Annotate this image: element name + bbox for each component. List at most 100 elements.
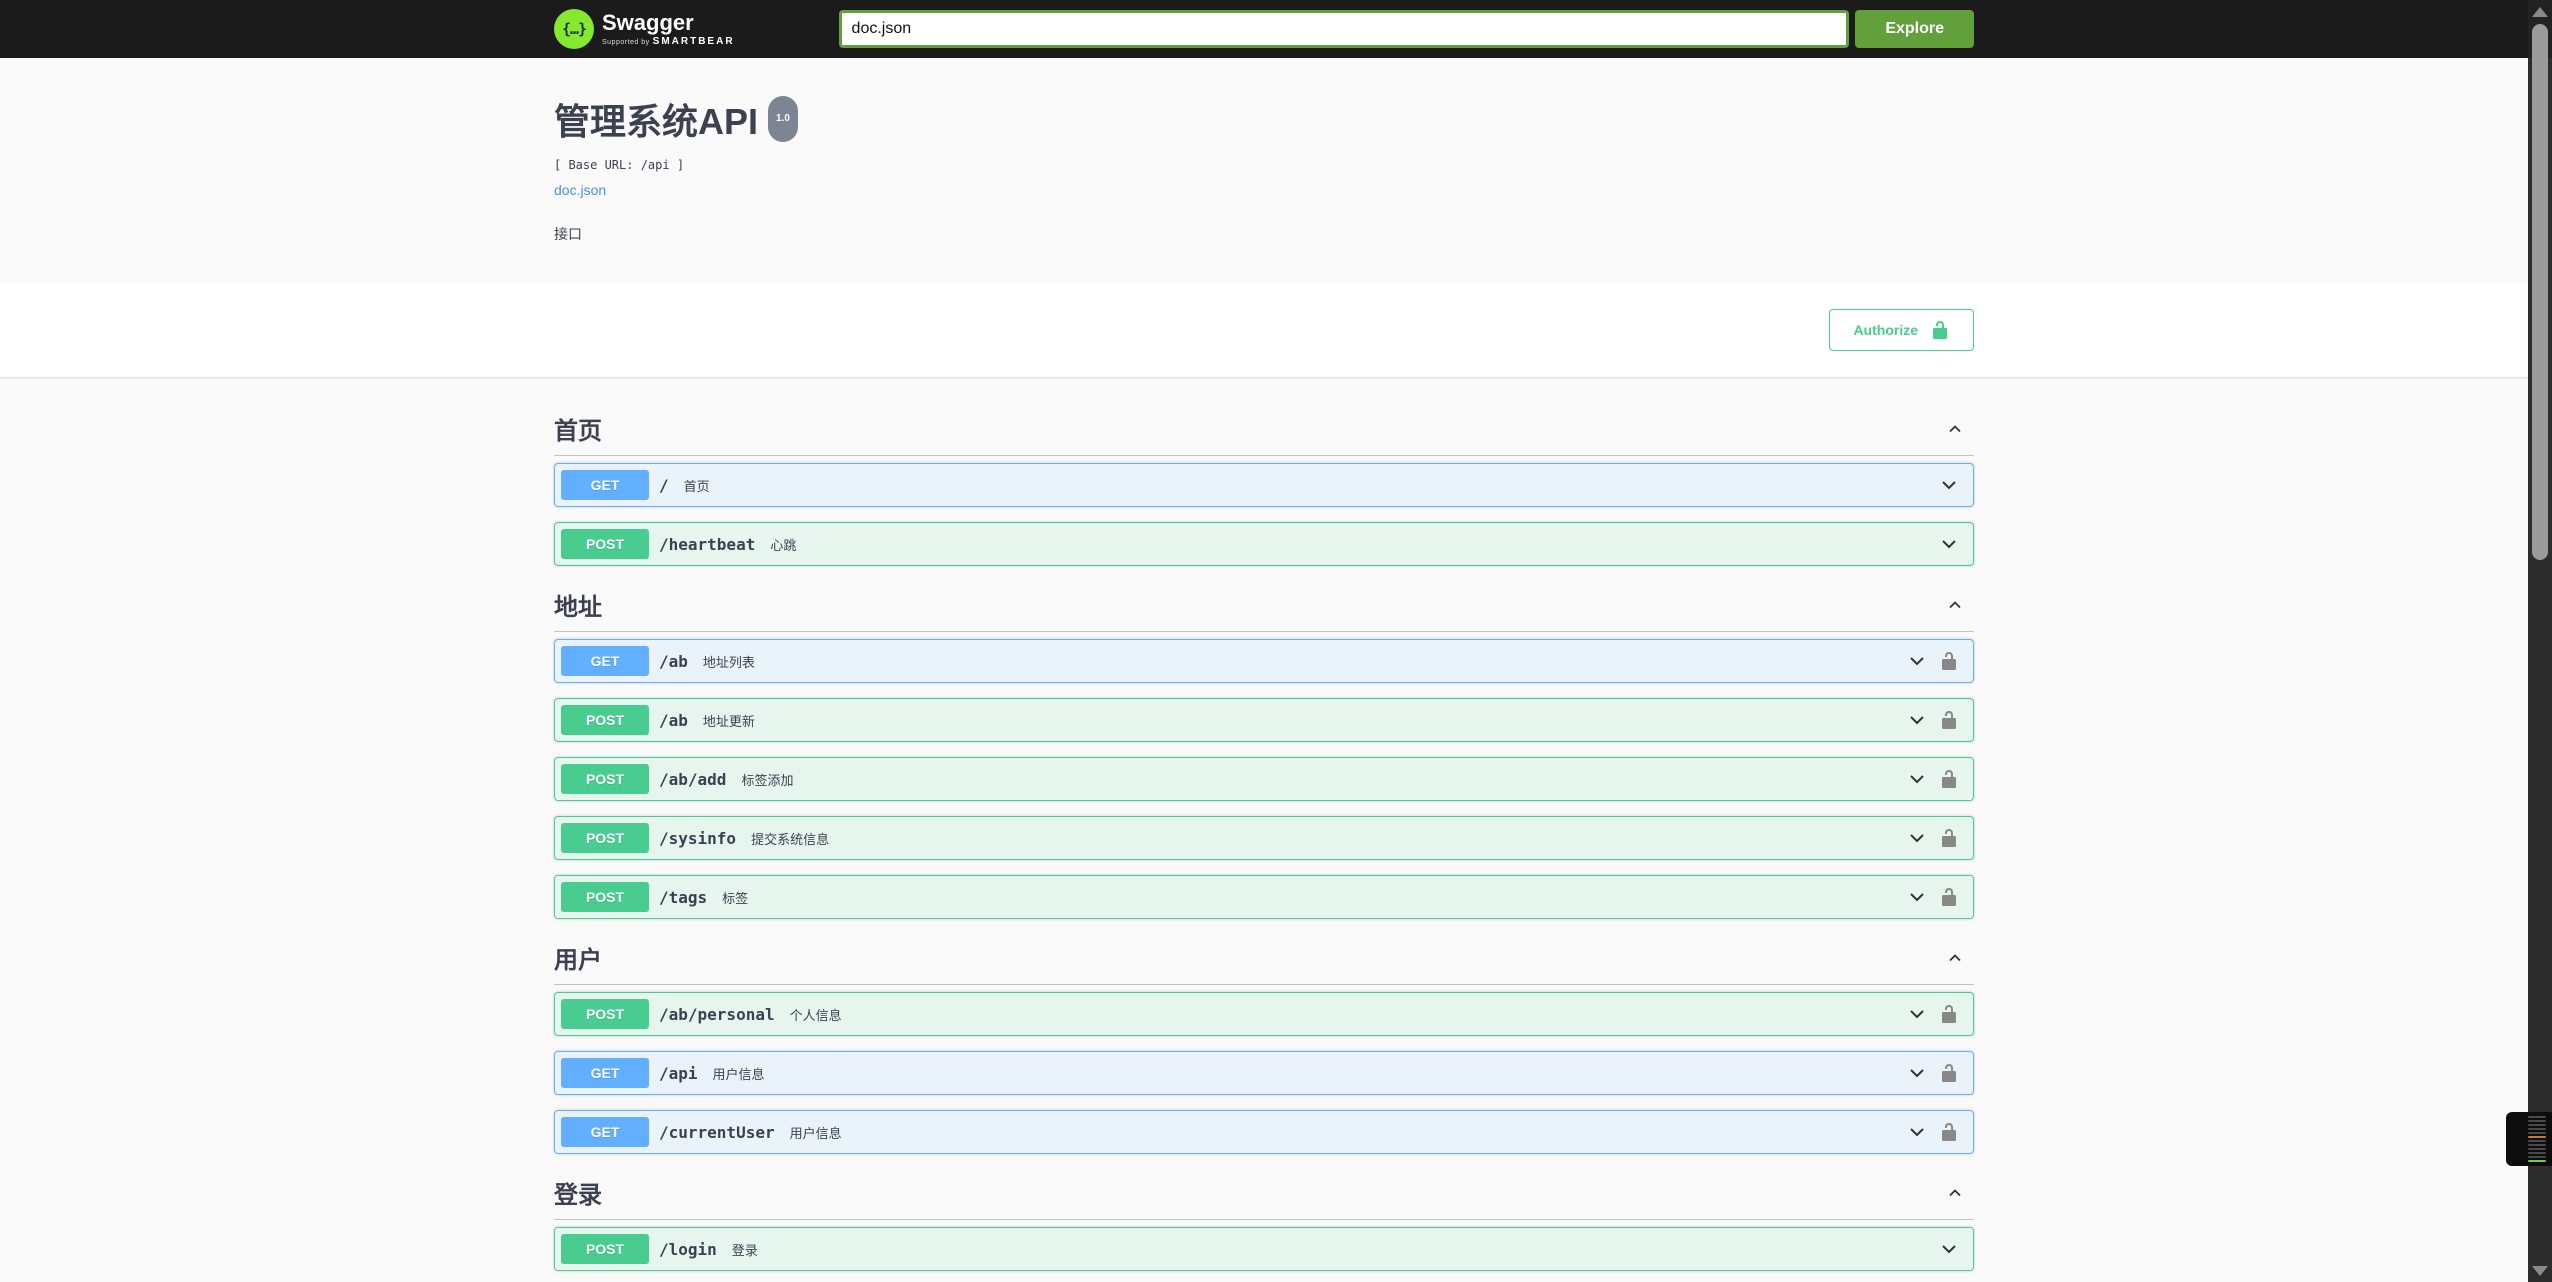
explore-button[interactable]: Explore xyxy=(1855,10,1974,48)
minimap-bar xyxy=(2528,1128,2546,1130)
swagger-logo: {…} Swagger Supported by SMARTBEAR xyxy=(554,9,735,49)
api-description: 接口 xyxy=(554,226,582,242)
chevron-down-icon[interactable] xyxy=(1907,887,1927,907)
operation-path: /ab/personal xyxy=(659,1004,775,1024)
method-badge: GET xyxy=(561,470,649,500)
minimap-bar xyxy=(2528,1148,2546,1150)
spec-url-input[interactable] xyxy=(838,10,1850,48)
minimap-bar xyxy=(2528,1124,2546,1126)
operation-path: /heartbeat xyxy=(659,534,756,554)
operation-row[interactable]: GET /currentUser 用户信息 xyxy=(554,1110,1974,1154)
auth-lock-icon[interactable] xyxy=(1939,769,1959,789)
operation-row[interactable]: POST /heartbeat 心跳 xyxy=(554,522,1974,566)
operation-row[interactable]: GET /ab 地址列表 xyxy=(554,639,1974,683)
chevron-down-icon[interactable] xyxy=(1907,710,1927,730)
operation-path: /login xyxy=(659,1239,717,1259)
operation-summary: 提交系统信息 xyxy=(751,831,830,847)
spec-url-form: Explore xyxy=(838,10,1974,48)
minimap-bar xyxy=(2528,1144,2546,1146)
auth-lock-icon[interactable] xyxy=(1939,651,1959,671)
operation-row[interactable]: POST /login 登录 xyxy=(554,1227,1974,1271)
section-header[interactable]: 用户 xyxy=(554,934,1974,985)
chevron-up-icon[interactable] xyxy=(1946,420,1964,438)
logo-sub-prefix: Supported by xyxy=(602,39,650,46)
method-badge: POST xyxy=(561,529,649,559)
spec-link[interactable]: doc.json xyxy=(554,182,606,198)
section-rows: GET / 首页 POST /heartbeat 心跳 xyxy=(554,456,1974,566)
auth-lock-icon[interactable] xyxy=(1939,828,1959,848)
minimap-bar xyxy=(2528,1152,2546,1154)
section-header[interactable]: 地址 xyxy=(554,581,1974,632)
auth-lock-icon[interactable] xyxy=(1939,1004,1959,1024)
minimap-bar xyxy=(2528,1156,2546,1158)
logo-sub-brand: SMARTBEAR xyxy=(652,36,735,47)
method-badge: POST xyxy=(561,882,649,912)
operation-row[interactable]: GET / 首页 xyxy=(554,463,1974,507)
scroll-up-button[interactable] xyxy=(2532,7,2548,17)
info-section: 管理系统API 1.0 [ Base URL: /api ] doc.json … xyxy=(0,58,2528,283)
chevron-down-icon[interactable] xyxy=(1939,475,1959,495)
section-title: 地址 xyxy=(554,594,602,621)
api-section: 登录 POST /login 登录 POST /login/outLogin 退… xyxy=(554,1169,1974,1282)
method-badge: GET xyxy=(561,1117,649,1147)
operation-summary: 地址更新 xyxy=(702,713,755,729)
chevron-down-icon[interactable] xyxy=(1939,534,1959,554)
operation-path: /ab/add xyxy=(659,769,727,789)
scheme-container: Authorize xyxy=(0,283,2528,377)
operation-row[interactable]: GET /api 用户信息 xyxy=(554,1051,1974,1095)
api-section: 用户 POST /ab/personal 个人信息 GET /api 用户信息 xyxy=(554,934,1974,1154)
page-title: 管理系统API 1.0 xyxy=(554,96,1974,148)
api-section: 地址 GET /ab 地址列表 POST /ab 地址更新 POST /ab/a… xyxy=(554,581,1974,919)
chevron-down-icon[interactable] xyxy=(1907,1063,1927,1083)
chevron-down-icon[interactable] xyxy=(1939,1239,1959,1259)
operation-summary: 地址列表 xyxy=(702,654,755,670)
chevron-down-icon[interactable] xyxy=(1907,769,1927,789)
operation-row[interactable]: POST /ab 地址更新 xyxy=(554,698,1974,742)
chevron-up-icon[interactable] xyxy=(1946,596,1964,614)
operation-path: /ab xyxy=(659,710,688,730)
api-title-text: 管理系统API xyxy=(554,101,759,142)
operation-summary: 登录 xyxy=(731,1242,758,1258)
section-rows: POST /ab/personal 个人信息 GET /api 用户信息 GET… xyxy=(554,985,1974,1154)
minimap-bar xyxy=(2528,1132,2546,1134)
scrollbar[interactable] xyxy=(2528,0,2552,1282)
operation-row[interactable]: POST /ab/add 标签添加 xyxy=(554,757,1974,801)
chevron-down-icon[interactable] xyxy=(1907,1004,1927,1024)
section-title: 登录 xyxy=(554,1182,602,1209)
operations: 首页 GET / 首页 POST /heartbeat 心跳 地址 GET /a… xyxy=(534,377,1994,1282)
method-badge: POST xyxy=(561,764,649,794)
method-badge: POST xyxy=(561,1234,649,1264)
operation-path: /sysinfo xyxy=(659,828,737,848)
auth-lock-icon[interactable] xyxy=(1939,1063,1959,1083)
auth-lock-icon[interactable] xyxy=(1939,887,1959,907)
section-rows: GET /ab 地址列表 POST /ab 地址更新 POST /ab/add … xyxy=(554,632,1974,919)
auth-lock-icon[interactable] xyxy=(1939,1122,1959,1142)
operation-summary: 个人信息 xyxy=(789,1007,842,1023)
operation-path: /currentUser xyxy=(659,1122,775,1142)
chevron-up-icon[interactable] xyxy=(1946,1184,1964,1202)
operation-row[interactable]: POST /sysinfo 提交系统信息 xyxy=(554,816,1974,860)
authorize-button[interactable]: Authorize xyxy=(1829,309,1974,351)
operation-row[interactable]: POST /tags 标签 xyxy=(554,875,1974,919)
authorize-label: Authorize xyxy=(1853,322,1918,338)
chevron-up-icon[interactable] xyxy=(1946,949,1964,967)
scroll-minimap[interactable] xyxy=(2506,1112,2552,1166)
logo-subtitle: Supported by SMARTBEAR xyxy=(602,36,735,47)
method-badge: POST xyxy=(561,823,649,853)
operation-path: /tags xyxy=(659,887,708,907)
chevron-down-icon[interactable] xyxy=(1907,1122,1927,1142)
section-header[interactable]: 登录 xyxy=(554,1169,1974,1220)
base-url: [ Base URL: /api ] xyxy=(554,158,685,172)
operation-row[interactable]: POST /ab/personal 个人信息 xyxy=(554,992,1974,1036)
method-badge: POST xyxy=(561,705,649,735)
operation-summary: 心跳 xyxy=(770,537,797,553)
minimap-bar xyxy=(2528,1160,2546,1162)
scroll-down-button[interactable] xyxy=(2532,1266,2548,1276)
auth-lock-icon[interactable] xyxy=(1939,710,1959,730)
scrollbar-thumb[interactable] xyxy=(2532,24,2548,560)
chevron-down-icon[interactable] xyxy=(1907,828,1927,848)
chevron-down-icon[interactable] xyxy=(1907,651,1927,671)
minimap-bar xyxy=(2528,1120,2546,1122)
operation-summary: 标签 xyxy=(722,890,749,906)
section-header[interactable]: 首页 xyxy=(554,405,1974,456)
